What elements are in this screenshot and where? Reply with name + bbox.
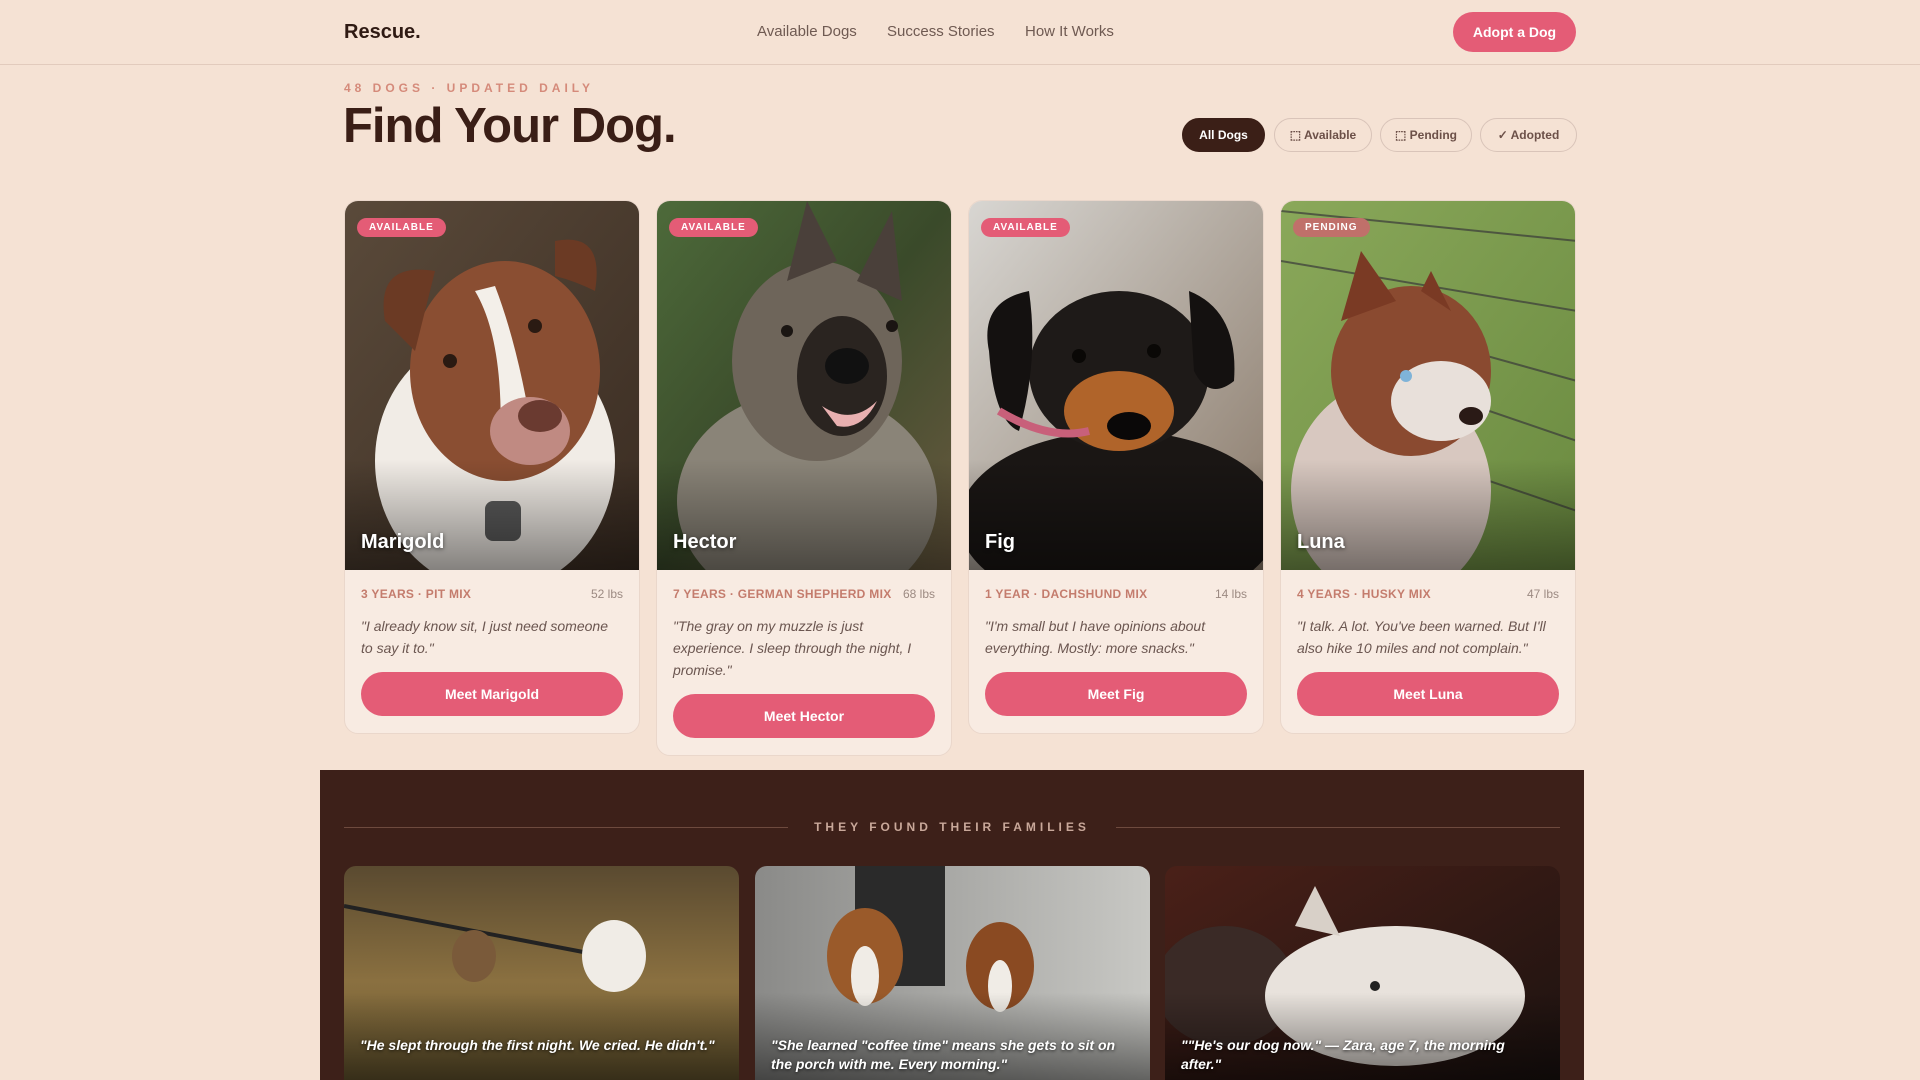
story-card[interactable]: ""He's our dog now." — Zara, age 7, the … (1165, 866, 1560, 1080)
dog-count-eyebrow: 48 DOGS · UPDATED DAILY (344, 81, 595, 95)
dog-photo-fig: AVAILABLE Fig (969, 201, 1263, 570)
nav-link-success-stories[interactable]: Success Stories (887, 23, 995, 40)
dog-quote: "I'm small but I have opinions about eve… (985, 618, 1206, 656)
dog-photo-marigold: AVAILABLE Marigold (345, 201, 639, 570)
status-badge: AVAILABLE (357, 218, 446, 237)
story-card[interactable]: "He slept through the first night. We cr… (344, 866, 739, 1080)
dog-name: Fig (985, 531, 1015, 553)
adopt-a-dog-button[interactable]: Adopt a Dog (1453, 12, 1576, 52)
story-card[interactable]: "She learned "coffee time" means she get… (755, 866, 1150, 1080)
dog-quote: "The gray on my muzzle is just experienc… (673, 618, 912, 678)
dog-photo-hector: AVAILABLE Hector (657, 201, 951, 570)
dog-weight: 52 lbs (590, 587, 623, 601)
dog-name: Hector (673, 531, 737, 553)
dog-card-fig: AVAILABLE Fig 1 YEAR · DACHSHUND MIX 14 … (968, 200, 1264, 734)
dog-weight: 14 lbs (1214, 587, 1247, 601)
story-quote: ""He's our dog now." — Zara, age 7, the … (1181, 1037, 1505, 1072)
stories-header: THEY FOUND THEIR FAMILIES (344, 818, 1560, 838)
page-title: Find Your Dog. (343, 99, 677, 153)
dog-age-breed: 7 YEARS · GERMAN SHEPHERD MIX (673, 587, 892, 601)
status-badge: AVAILABLE (981, 218, 1070, 237)
dog-name: Luna (1297, 531, 1345, 553)
filter-pending[interactable]: ⬚ Pending (1380, 118, 1472, 152)
dog-photo-luna: PENDING Luna (1281, 201, 1575, 570)
success-stories-section: THEY FOUND THEIR FAMILIES "He slept thro… (320, 770, 1584, 1080)
meet-fig-button[interactable]: Meet Fig (985, 672, 1247, 716)
brand-logo[interactable]: Rescue. (344, 21, 421, 44)
dog-card-marigold: AVAILABLE Marigold 3 YEARS · PIT MIX 52 … (344, 200, 640, 734)
filter-all-dogs[interactable]: All Dogs (1182, 118, 1265, 152)
dog-age-breed: 3 YEARS · PIT MIX (361, 587, 472, 601)
meet-marigold-button[interactable]: Meet Marigold (361, 672, 623, 716)
dog-name: Marigold (361, 531, 445, 553)
story-quote: "She learned "coffee time" means she get… (771, 1037, 1116, 1072)
stories-title: THEY FOUND THEIR FAMILIES (814, 820, 1090, 834)
story-quote: "He slept through the first night. We cr… (360, 1037, 715, 1053)
status-badge: AVAILABLE (669, 218, 758, 237)
meet-luna-button[interactable]: Meet Luna (1297, 672, 1559, 716)
nav-link-how-it-works[interactable]: How It Works (1025, 23, 1114, 40)
dog-weight: 47 lbs (1526, 587, 1559, 601)
nav-link-available-dogs[interactable]: Available Dogs (757, 23, 857, 40)
dog-quote: "I talk. A lot. You've been warned. But … (1297, 618, 1546, 656)
dog-card-hector: AVAILABLE Hector 7 YEARS · GERMAN SHEPHE… (656, 200, 952, 756)
filter-adopted[interactable]: ✓ Adopted (1480, 118, 1577, 152)
meet-hector-button[interactable]: Meet Hector (673, 694, 935, 738)
dog-weight: 68 lbs (902, 587, 935, 601)
dog-quote: "I already know sit, I just need someone… (361, 618, 608, 656)
dog-card-luna: PENDING Luna 4 YEARS · HUSKY MIX 47 lbs … (1280, 200, 1576, 734)
filter-available[interactable]: ⬚ Available (1274, 118, 1372, 152)
status-badge: PENDING (1293, 218, 1370, 237)
dog-age-breed: 4 YEARS · HUSKY MIX (1297, 587, 1431, 601)
dog-age-breed: 1 YEAR · DACHSHUND MIX (985, 587, 1148, 601)
top-nav: Rescue. Available Dogs Success Stories H… (0, 0, 1920, 65)
